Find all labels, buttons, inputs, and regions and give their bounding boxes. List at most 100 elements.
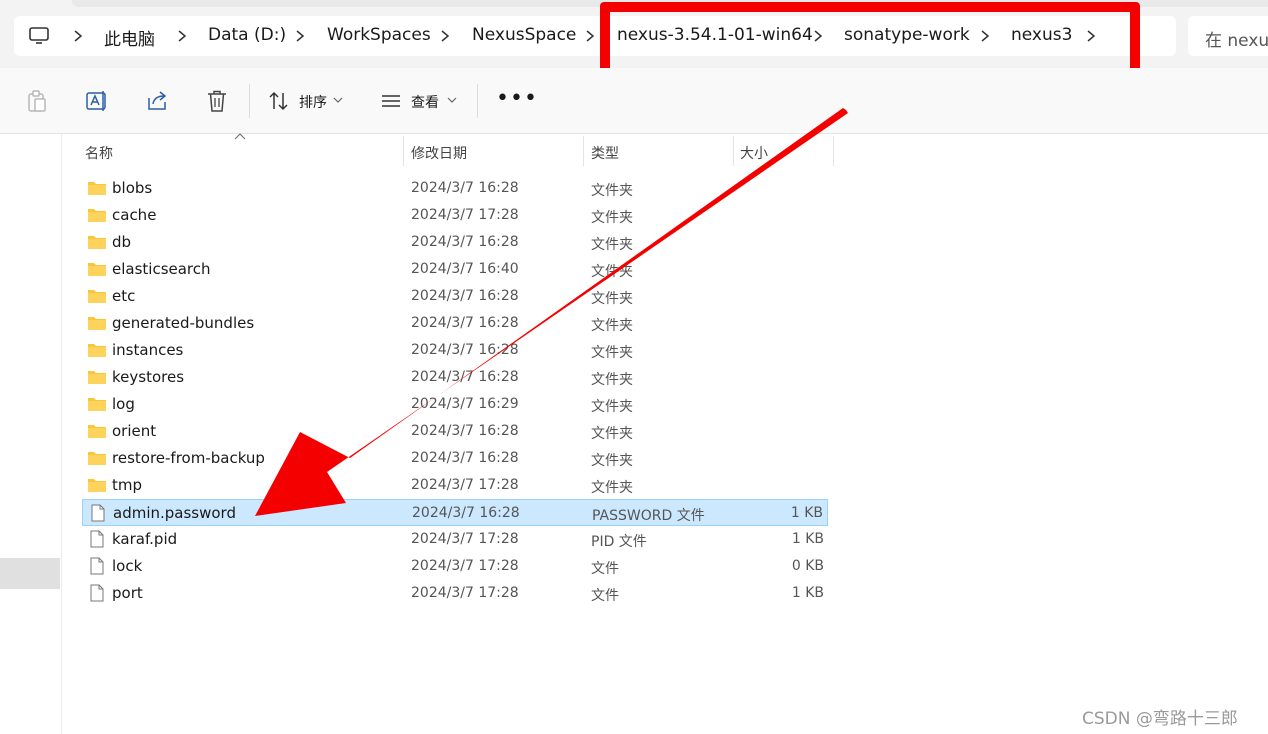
file-name: admin.password [113, 504, 236, 522]
file-row[interactable]: port 2024/3/7 17:28 文件 1 KB [82, 580, 828, 607]
folder-icon [88, 452, 106, 465]
file-type: 文件 [591, 561, 619, 577]
file-row[interactable]: admin.password 2024/3/7 16:28 PASSWORD 文件 1… [82, 499, 828, 526]
delete-icon[interactable] [204, 88, 230, 114]
file-row[interactable]: elasticsearch 2024/3/7 16:40 文件夹 [82, 256, 828, 283]
file-row[interactable]: log 2024/3/7 16:29 文件夹 [82, 391, 828, 418]
file-name: lock [112, 557, 143, 575]
file-name: cache [112, 206, 157, 224]
file-modified: 2024/3/7 16:28 [411, 369, 519, 385]
file-type: 文件夹 [591, 453, 633, 469]
file-row[interactable]: db 2024/3/7 16:28 文件夹 [82, 229, 828, 256]
command-bar [0, 68, 1268, 134]
folder-icon [88, 317, 106, 330]
file-modified: 2024/3/7 16:28 [411, 315, 519, 331]
breadcrumb-item-data-d[interactable]: Data (D:) [208, 25, 286, 45]
folder-icon [88, 371, 106, 384]
column-header-type[interactable]: 类型 [591, 143, 619, 163]
toolbar-divider [477, 84, 478, 118]
watermark: CSDN @弯路十三郎 [1082, 709, 1238, 729]
chevron-down-icon[interactable] [447, 96, 457, 104]
sort-ascending-icon [234, 133, 246, 140]
file-modified: 2024/3/7 17:28 [411, 558, 519, 574]
file-type: 文件夹 [591, 372, 633, 388]
chevron-right-icon[interactable] [292, 28, 308, 44]
file-type: 文件夹 [591, 399, 633, 415]
file-modified: 2024/3/7 16:40 [411, 261, 519, 277]
breadcrumb-item-this-pc[interactable]: 此电脑 [104, 25, 155, 50]
file-row[interactable]: instances 2024/3/7 16:28 文件夹 [82, 337, 828, 364]
file-type: PID 文件 [591, 534, 647, 550]
file-row[interactable]: etc 2024/3/7 16:28 文件夹 [82, 283, 828, 310]
file-type: 文件夹 [591, 264, 633, 280]
file-modified: 2024/3/7 16:29 [411, 396, 519, 412]
column-separator[interactable] [583, 136, 584, 166]
search-placeholder: 在 nexus [1205, 31, 1268, 51]
file-name: blobs [112, 179, 153, 197]
this-pc-icon[interactable] [28, 26, 50, 46]
folder-icon [88, 344, 106, 357]
file-name: restore-from-backup [112, 449, 265, 467]
file-modified: 2024/3/7 16:28 [411, 423, 519, 439]
chevron-right-icon[interactable] [582, 28, 598, 44]
folder-icon [88, 236, 106, 249]
column-separator[interactable] [833, 136, 834, 166]
file-row[interactable]: keystores 2024/3/7 16:28 文件夹 [82, 364, 828, 391]
file-modified: 2024/3/7 16:28 [411, 342, 519, 358]
file-row[interactable]: orient 2024/3/7 16:28 文件夹 [82, 418, 828, 445]
file-modified: 2024/3/7 16:28 [411, 288, 519, 304]
file-type: PASSWORD 文件 [592, 508, 705, 524]
file-row[interactable]: karaf.pid 2024/3/7 17:28 PID 文件 1 KB [82, 526, 828, 553]
sort-icon[interactable] [266, 88, 292, 114]
share-icon[interactable] [144, 88, 170, 114]
file-row[interactable]: restore-from-backup 2024/3/7 16:28 文件夹 [82, 445, 828, 472]
paste-icon[interactable] [24, 88, 50, 114]
file-icon [90, 557, 104, 575]
nav-selected-item[interactable] [0, 558, 60, 589]
column-header-size[interactable]: 大小 [740, 143, 768, 163]
file-modified: 2024/3/7 16:28 [411, 180, 519, 196]
file-size: 0 KB [791, 558, 824, 574]
folder-icon [88, 290, 106, 303]
toolbar-divider [249, 84, 250, 118]
file-name: elasticsearch [112, 260, 211, 278]
file-row[interactable]: lock 2024/3/7 17:28 文件 0 KB [82, 553, 828, 580]
column-header-name[interactable]: 名称 [85, 143, 113, 163]
file-icon [90, 584, 104, 602]
view-icon[interactable] [378, 88, 404, 114]
rename-icon[interactable] [84, 88, 110, 114]
file-row[interactable]: tmp 2024/3/7 17:28 文件夹 [82, 472, 828, 499]
file-modified: 2024/3/7 17:28 [411, 207, 519, 223]
file-name: karaf.pid [112, 530, 178, 548]
more-options-icon[interactable]: ••• [496, 88, 538, 110]
file-name: log [112, 395, 135, 413]
file-name: port [112, 584, 143, 602]
breadcrumb-item-nexusspace[interactable]: NexusSpace [472, 25, 576, 45]
chevron-right-icon[interactable] [174, 28, 190, 44]
file-name: keystores [112, 368, 185, 386]
folder-icon [88, 425, 106, 438]
file-modified: 2024/3/7 17:28 [411, 531, 519, 547]
column-header-modified[interactable]: 修改日期 [411, 143, 467, 163]
file-type: 文件夹 [591, 345, 633, 361]
chevron-down-icon[interactable] [333, 96, 343, 104]
file-modified: 2024/3/7 17:28 [411, 477, 519, 493]
folder-icon [88, 209, 106, 222]
navigation-pane[interactable] [0, 134, 62, 734]
chevron-right-icon[interactable] [70, 28, 86, 44]
file-name: generated-bundles [112, 314, 255, 332]
breadcrumb-item-workspaces[interactable]: WorkSpaces [327, 25, 431, 45]
file-row[interactable]: blobs 2024/3/7 16:28 文件夹 [82, 175, 828, 202]
chevron-right-icon[interactable] [437, 28, 453, 44]
sort-button[interactable]: 排序 [299, 92, 327, 112]
file-icon [91, 504, 105, 522]
file-name: orient [112, 422, 157, 440]
column-separator[interactable] [733, 136, 734, 166]
file-type: 文件夹 [591, 480, 633, 496]
view-button[interactable]: 查看 [411, 92, 439, 112]
file-name: etc [112, 287, 136, 305]
file-row[interactable]: cache 2024/3/7 17:28 文件夹 [82, 202, 828, 229]
file-name: instances [112, 341, 184, 359]
column-separator[interactable] [403, 136, 404, 166]
file-row[interactable]: generated-bundles 2024/3/7 16:28 文件夹 [82, 310, 828, 337]
